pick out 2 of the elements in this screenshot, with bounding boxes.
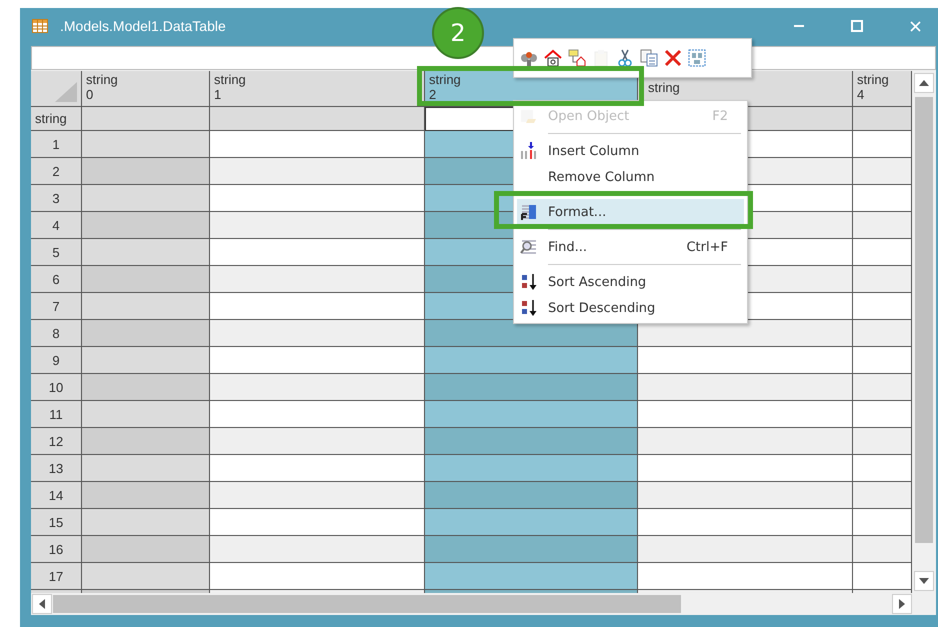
row-header: string (31, 107, 82, 131)
window-title: .Models.Model1.DataTable (60, 18, 226, 34)
